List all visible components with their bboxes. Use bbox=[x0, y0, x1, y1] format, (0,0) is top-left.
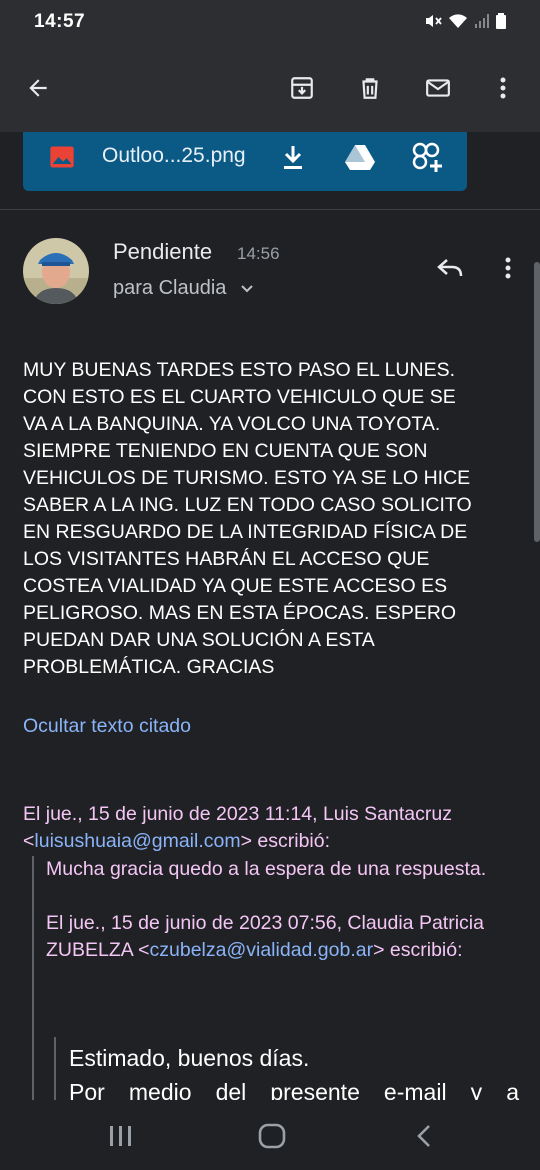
status-time: 14:57 bbox=[34, 11, 86, 32]
status-icons bbox=[424, 12, 506, 30]
message-body: MUY BUENAS TARDES ESTO PASO EL LUNES. CO… bbox=[23, 359, 472, 678]
recent-apps-button[interactable] bbox=[99, 1118, 143, 1154]
signal-icon bbox=[475, 14, 489, 28]
home-button[interactable] bbox=[250, 1118, 294, 1154]
message-toolbar bbox=[0, 44, 540, 132]
delete-button[interactable] bbox=[348, 66, 392, 110]
quoted-block-2: Estimado, buenos días. Por medio del pre… bbox=[69, 1041, 519, 1109]
scrollbar[interactable] bbox=[534, 262, 540, 542]
trash-icon bbox=[362, 78, 378, 99]
mark-unread-button[interactable] bbox=[416, 66, 460, 110]
quoted-block-1: Mucha gracia quedo a la espera de una re… bbox=[46, 856, 526, 964]
reply-button[interactable] bbox=[428, 248, 472, 288]
recent-apps-icon bbox=[110, 1126, 131, 1146]
sender-avatar[interactable] bbox=[23, 238, 89, 304]
quote-bar-nested bbox=[54, 1037, 56, 1101]
image-icon bbox=[42, 137, 82, 177]
quoted-header-2: El jue., 15 de junio de 2023 07:56, Clau… bbox=[46, 910, 526, 964]
mail-icon bbox=[426, 79, 450, 97]
download-icon bbox=[284, 146, 302, 169]
quoted-greeting: Estimado, buenos días. bbox=[69, 1045, 310, 1071]
divider bbox=[0, 209, 540, 210]
back-arrow-icon bbox=[29, 79, 47, 97]
save-to-drive-button[interactable] bbox=[340, 137, 380, 177]
system-nav-bar bbox=[0, 1100, 540, 1170]
email-link-luis[interactable]: luisushuaia@gmail.com bbox=[34, 830, 240, 852]
home-icon bbox=[258, 1123, 286, 1149]
drive-icon bbox=[345, 145, 375, 170]
quoted-header-2-suffix: > escribió: bbox=[373, 939, 463, 961]
recipient-label: para Claudia bbox=[113, 277, 227, 299]
sender-name[interactable]: Pendiente bbox=[113, 239, 212, 265]
photos-add-icon bbox=[412, 142, 442, 172]
add-to-photos-button[interactable] bbox=[407, 137, 447, 177]
wifi-icon bbox=[449, 14, 467, 28]
email-link-claudia[interactable]: czubelza@vialidad.gob.ar bbox=[150, 939, 374, 961]
back-button[interactable] bbox=[16, 66, 60, 110]
back-nav-button[interactable] bbox=[402, 1118, 446, 1154]
more-options-button[interactable] bbox=[481, 66, 525, 110]
quoted-text-1: Mucha gracia quedo a la espera de una re… bbox=[46, 858, 487, 880]
download-button[interactable] bbox=[273, 137, 313, 177]
message-more-button[interactable] bbox=[490, 248, 526, 288]
message-time: 14:56 bbox=[237, 244, 280, 263]
attachment-card[interactable]: Outloo...25.png bbox=[23, 132, 467, 191]
chevron-left-icon bbox=[417, 1125, 430, 1147]
more-vert-icon bbox=[505, 257, 511, 279]
chevron-down-icon bbox=[241, 285, 253, 293]
archive-icon bbox=[291, 77, 313, 99]
reply-icon bbox=[437, 259, 463, 277]
status-bar: 14:57 bbox=[0, 0, 540, 44]
more-vert-icon bbox=[500, 77, 506, 99]
quoted-header-1: El jue., 15 de junio de 2023 11:14, Luis… bbox=[23, 801, 533, 855]
attachment-file-name: Outloo...25.png bbox=[102, 144, 246, 167]
archive-button[interactable] bbox=[280, 66, 324, 110]
battery-icon bbox=[496, 13, 506, 29]
recipient-details[interactable]: para Claudia bbox=[113, 277, 254, 300]
quoted-header-1-suffix: > escribió: bbox=[240, 830, 331, 852]
mute-icon bbox=[426, 15, 442, 27]
hide-quoted-text-link[interactable]: Ocultar texto citado bbox=[23, 715, 191, 738]
quote-bar bbox=[32, 856, 34, 1100]
